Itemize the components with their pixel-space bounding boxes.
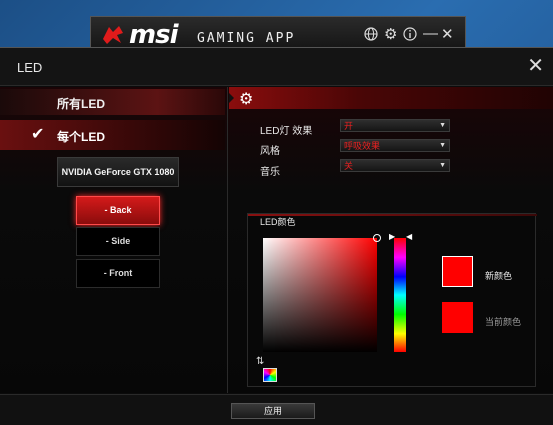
saturation-value-picker[interactable] — [263, 238, 377, 352]
close-icon[interactable]: ✕ — [527, 56, 544, 76]
apply-button[interactable]: 应用 — [231, 403, 315, 419]
style-label: 风格 — [260, 146, 280, 157]
gear-icon[interactable]: ⚙ — [384, 25, 397, 43]
msi-logo: msi — [129, 20, 178, 50]
current-color-label: 当前颜色 — [485, 317, 522, 327]
led-sidebar: 所有LED ✔ 每个LED NVIDIA GeForce GTX 1080 - … — [0, 87, 228, 393]
new-color-label: 新颜色 — [485, 271, 513, 281]
sidebar-item-all-led[interactable]: 所有LED — [0, 89, 225, 115]
titlebar: LED ✕ — [0, 48, 553, 86]
hue-slider[interactable] — [394, 238, 406, 352]
minimize-button[interactable]: — — [423, 25, 438, 42]
globe-icon[interactable] — [364, 27, 378, 41]
music-label: 音乐 — [260, 167, 280, 178]
sidebar-item-label: 每个LED — [57, 130, 106, 144]
footer-bar: 应用 — [0, 394, 553, 425]
led-settings-panel: ⚙ LED灯 效果 开 ▼ 风格 呼吸效果 ▼ 音乐 关 ▼ LED颜色 ▶ ◀… — [229, 87, 553, 393]
color-panel-title: LED颜色 — [260, 217, 296, 227]
chevron-down-icon: ▼ — [439, 142, 446, 149]
sidebar-item-each-led[interactable]: ✔ 每个LED — [0, 120, 225, 150]
app-subtitle: GAMING APP — [197, 31, 296, 46]
msi-dragon-icon — [103, 26, 123, 44]
settings-header: ⚙ — [229, 87, 553, 109]
style-select[interactable]: 呼吸效果 ▼ — [340, 139, 450, 152]
new-color-swatch — [442, 256, 473, 287]
info-icon[interactable] — [403, 27, 417, 41]
checkmark-icon: ✔ — [31, 126, 45, 143]
hue-marker-right-icon: ◀ — [406, 232, 413, 241]
close-button[interactable]: ✕ — [441, 25, 454, 43]
music-value: 关 — [344, 161, 354, 171]
zone-back-button[interactable]: - Back — [76, 196, 160, 225]
chevron-down-icon: ▼ — [439, 162, 446, 169]
effect-label: LED灯 效果 — [260, 126, 313, 137]
window-title: LED — [17, 60, 43, 75]
effect-value: 开 — [344, 121, 354, 131]
zone-front-button[interactable]: - Front — [76, 259, 160, 288]
gear-icon: ⚙ — [239, 91, 254, 108]
led-window: LED ✕ 所有LED ✔ 每个LED NVIDIA GeForce GTX 1… — [0, 47, 553, 425]
music-select[interactable]: 关 ▼ — [340, 159, 450, 172]
gpu-device-button[interactable]: NVIDIA GeForce GTX 1080 — [57, 157, 179, 187]
effect-select[interactable]: 开 ▼ — [340, 119, 450, 132]
reset-color-icon[interactable]: ⇅ — [256, 356, 264, 367]
color-palette-icon[interactable] — [263, 368, 277, 382]
panel-pointer — [229, 93, 234, 103]
zone-side-button[interactable]: - Side — [76, 227, 160, 256]
current-color-swatch — [442, 302, 473, 333]
chevron-down-icon: ▼ — [439, 122, 446, 129]
sidebar-item-label: 所有LED — [57, 97, 106, 111]
content-area: 所有LED ✔ 每个LED NVIDIA GeForce GTX 1080 - … — [0, 87, 553, 393]
led-color-panel: LED颜色 ▶ ◀ 新颜色 当前颜色 ⇅ — [247, 213, 537, 387]
style-value: 呼吸效果 — [344, 141, 381, 151]
color-picker-handle[interactable] — [373, 234, 381, 242]
